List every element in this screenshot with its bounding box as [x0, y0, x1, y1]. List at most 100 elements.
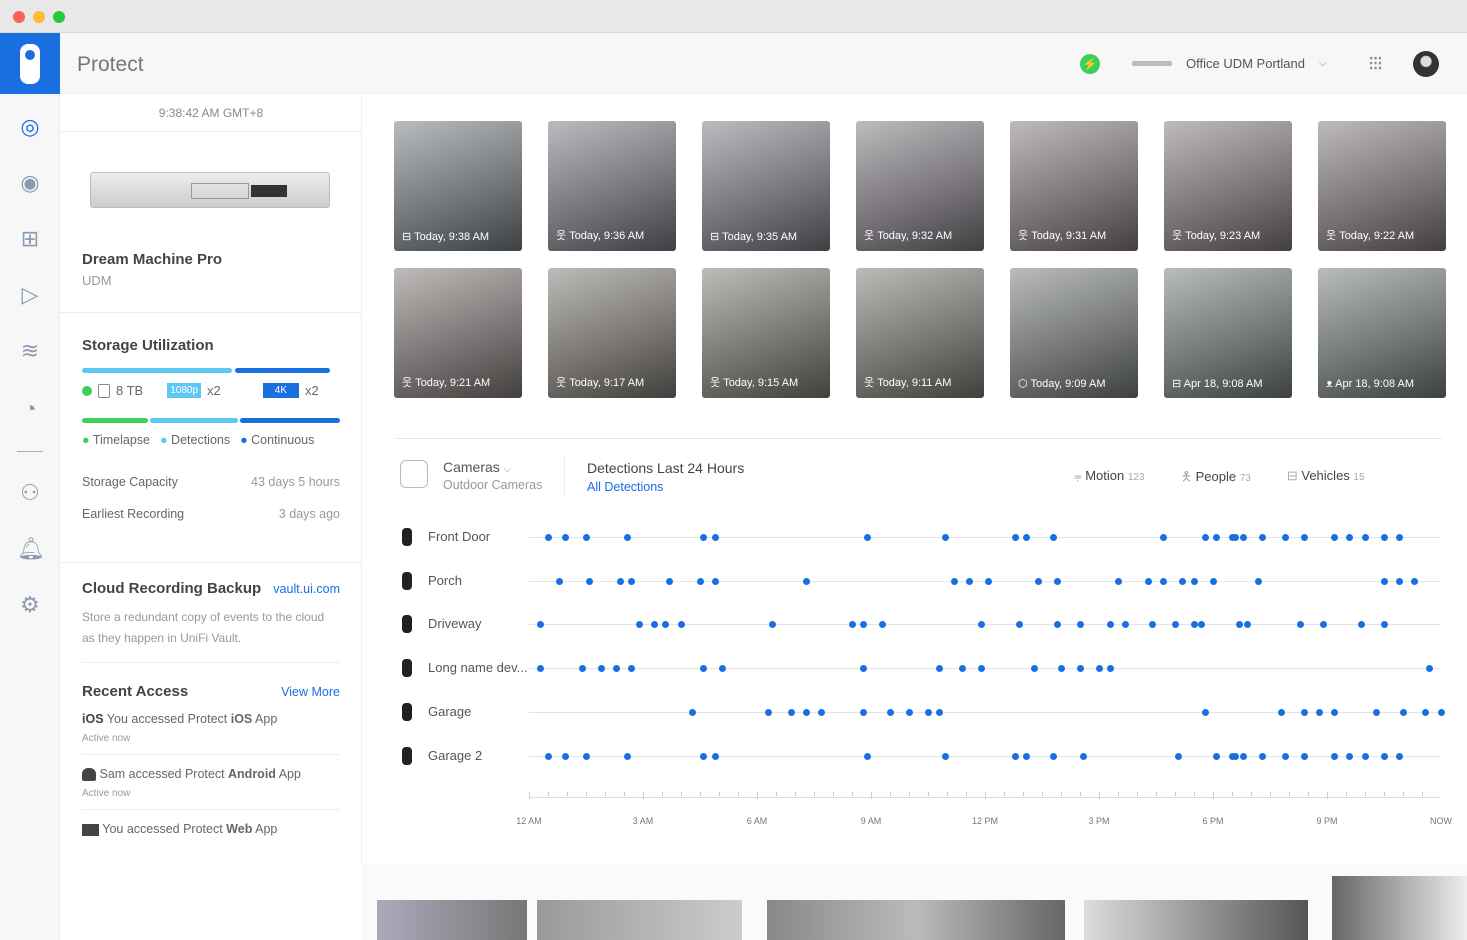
maximize-window-button[interactable] — [53, 11, 65, 23]
vehicles-filter[interactable]: ⊟ Vehicles 15 — [1287, 468, 1365, 490]
detection-event[interactable] — [768, 621, 776, 629]
liveview-grid-icon[interactable]: ⊞ — [17, 226, 43, 252]
detection-event[interactable] — [1239, 752, 1247, 760]
detection-event[interactable] — [1148, 621, 1156, 629]
camera-preview[interactable] — [377, 900, 527, 940]
detection-event[interactable] — [1049, 752, 1057, 760]
detection-event[interactable] — [1300, 534, 1308, 541]
detection-event[interactable] — [1144, 577, 1152, 585]
detection-event[interactable] — [802, 577, 810, 585]
detection-event[interactable] — [711, 577, 719, 585]
detection-event[interactable] — [1380, 577, 1388, 585]
users-icon[interactable]: ⚇ — [17, 480, 43, 506]
camera-row-label[interactable]: Driveway — [428, 616, 481, 631]
detection-event[interactable] — [586, 577, 594, 585]
camera-preview[interactable] — [1332, 876, 1467, 940]
detection-event[interactable] — [1395, 752, 1403, 760]
detection-event[interactable] — [700, 665, 708, 673]
detection-event[interactable] — [628, 665, 636, 673]
detection-event[interactable] — [612, 665, 620, 673]
detection-event[interactable] — [951, 577, 959, 585]
camera-row-label[interactable]: Garage — [428, 704, 471, 719]
detection-event[interactable] — [1281, 752, 1289, 760]
detection-event[interactable] — [1380, 534, 1388, 541]
detection-event[interactable] — [1399, 708, 1407, 716]
detection-event[interactable] — [941, 534, 949, 541]
detection-event[interactable] — [859, 621, 867, 629]
console-selector[interactable]: Office UDM Portland ⌵ — [1132, 33, 1327, 94]
detection-event[interactable] — [1106, 665, 1114, 673]
detection-event[interactable] — [1296, 621, 1304, 629]
event-thumbnail[interactable]: 웃 Today, 9:21 AM — [394, 268, 522, 398]
detection-event[interactable] — [1426, 665, 1434, 673]
detection-event[interactable] — [863, 534, 871, 541]
detection-event[interactable] — [597, 665, 605, 673]
detection-event[interactable] — [1080, 752, 1088, 760]
detection-event[interactable] — [863, 752, 871, 760]
event-thumbnail[interactable]: ⊟ Today, 9:35 AM — [702, 121, 830, 251]
detection-event[interactable] — [1380, 621, 1388, 629]
close-window-button[interactable] — [13, 11, 25, 23]
detection-event[interactable] — [1179, 577, 1187, 585]
detection-event[interactable] — [1319, 621, 1327, 629]
timelapse-play-icon[interactable]: ▷ — [17, 282, 43, 308]
detection-event[interactable] — [1015, 621, 1023, 629]
camera-preview[interactable] — [767, 900, 1065, 940]
detection-event[interactable] — [650, 621, 658, 629]
detection-event[interactable] — [561, 534, 569, 541]
event-thumbnail[interactable]: 웃 Today, 9:32 AM — [856, 121, 984, 251]
detection-event[interactable] — [1361, 752, 1369, 760]
detection-event[interactable] — [544, 752, 552, 760]
event-thumbnail[interactable]: 웃 Today, 9:15 AM — [702, 268, 830, 398]
detection-event[interactable] — [924, 708, 932, 716]
event-thumbnail[interactable]: ⬡ Today, 9:09 AM — [1010, 268, 1138, 398]
detection-event[interactable] — [1422, 708, 1430, 716]
camera-preview[interactable] — [1084, 900, 1308, 940]
detection-event[interactable] — [561, 752, 569, 760]
detection-event[interactable] — [544, 534, 552, 541]
detection-event[interactable] — [1057, 665, 1065, 673]
detection-event[interactable] — [578, 665, 586, 673]
detection-event[interactable] — [859, 708, 867, 716]
detection-event[interactable] — [1213, 752, 1221, 760]
detection-event[interactable] — [536, 621, 544, 629]
detection-event[interactable] — [662, 621, 670, 629]
cameras-dropdown[interactable]: Cameras ⌵ Outdoor Cameras — [443, 459, 542, 492]
detection-event[interactable] — [1023, 752, 1031, 760]
detection-event[interactable] — [958, 665, 966, 673]
detection-event[interactable] — [1213, 534, 1221, 541]
detection-event[interactable] — [1243, 621, 1251, 629]
detection-event[interactable] — [941, 752, 949, 760]
detection-event[interactable] — [935, 708, 943, 716]
detection-event[interactable] — [977, 665, 985, 673]
detection-event[interactable] — [628, 577, 636, 585]
status-icon[interactable]: ⚡ — [1080, 53, 1100, 74]
detection-event[interactable] — [1236, 621, 1244, 629]
event-thumbnail[interactable]: 웃 Today, 9:36 AM — [548, 121, 676, 251]
detection-event[interactable] — [624, 534, 632, 541]
detection-event[interactable] — [764, 708, 772, 716]
detection-event[interactable] — [719, 665, 727, 673]
detection-event[interactable] — [1122, 621, 1130, 629]
detection-event[interactable] — [1011, 534, 1019, 541]
detection-event[interactable] — [696, 577, 704, 585]
detection-event[interactable] — [700, 534, 708, 541]
event-thumbnail[interactable]: ᴥ Apr 18, 9:08 AM — [1318, 268, 1446, 398]
people-filter[interactable]: 🯅︎ People 73 — [1181, 468, 1251, 490]
detection-event[interactable] — [878, 621, 886, 629]
apps-grid-icon[interactable]: ⁝⁝⁝ — [1368, 33, 1383, 94]
detection-event[interactable] — [1034, 577, 1042, 585]
detection-event[interactable] — [935, 665, 943, 673]
detection-event[interactable] — [985, 577, 993, 585]
detection-event[interactable] — [1300, 752, 1308, 760]
camera-row-label[interactable]: Front Door — [428, 529, 490, 544]
event-thumbnail[interactable]: ⊟ Apr 18, 9:08 AM — [1164, 268, 1292, 398]
gear-icon[interactable]: ⚙ — [17, 592, 43, 618]
detection-event[interactable] — [1190, 621, 1198, 629]
detection-event[interactable] — [711, 534, 719, 541]
event-thumbnail[interactable]: 웃 Today, 9:23 AM — [1164, 121, 1292, 251]
detection-event[interactable] — [1053, 577, 1061, 585]
devices-icon[interactable]: ◉ — [17, 170, 43, 196]
detection-event[interactable] — [1331, 534, 1339, 541]
event-thumbnail[interactable]: 웃 Today, 9:31 AM — [1010, 121, 1138, 251]
